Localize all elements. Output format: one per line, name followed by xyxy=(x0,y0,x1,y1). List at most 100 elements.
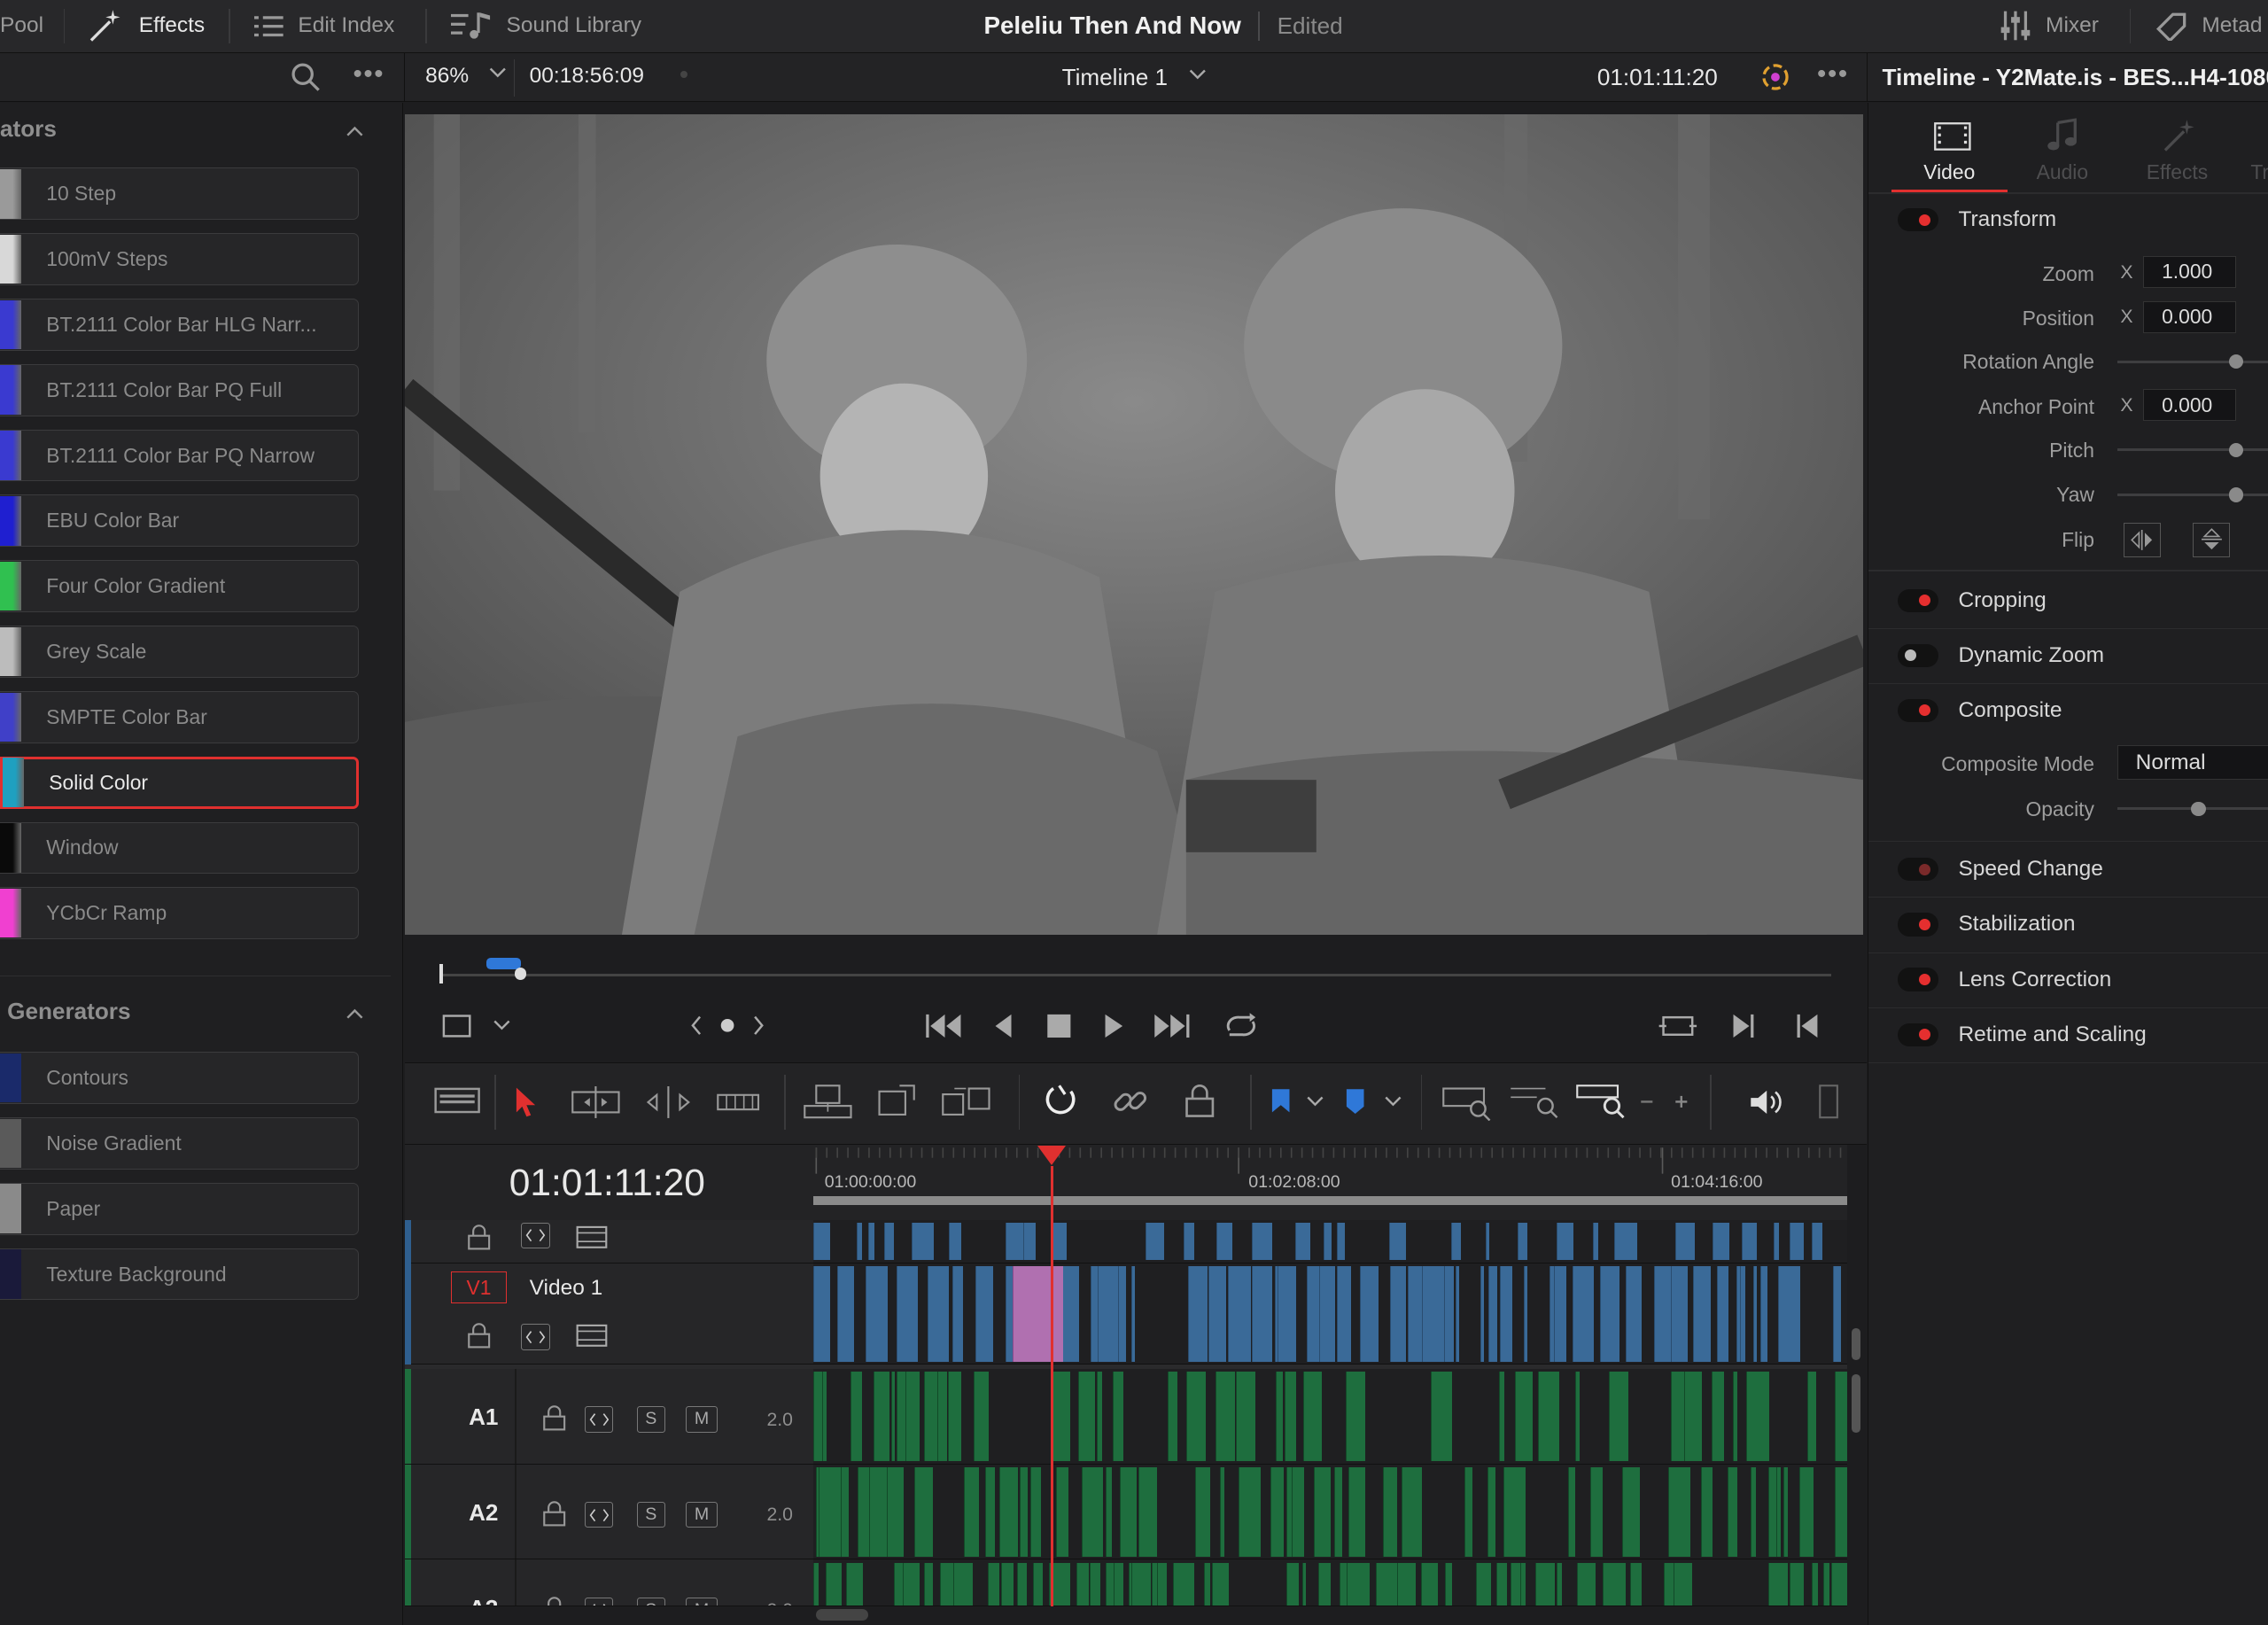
clip[interactable] xyxy=(1701,1466,1713,1558)
clip[interactable] xyxy=(1834,1372,1848,1462)
sound-library-tab[interactable]: Sound Library xyxy=(451,0,641,52)
clip[interactable] xyxy=(1082,1466,1104,1558)
clip[interactable] xyxy=(819,1466,842,1558)
clip[interactable] xyxy=(1626,1265,1642,1362)
track-name[interactable]: Video 1 xyxy=(530,1276,603,1301)
generator-item[interactable]: Grey Scale xyxy=(0,626,359,678)
chevron-down-icon[interactable] xyxy=(489,62,507,89)
horizontal-scrollbar[interactable] xyxy=(816,1608,868,1621)
clip[interactable] xyxy=(812,1222,830,1261)
go-to-start-icon[interactable] xyxy=(923,1010,964,1042)
jog-control-icon[interactable] xyxy=(688,1011,766,1040)
generator-item[interactable]: SMPTE Color Bar xyxy=(0,690,359,743)
effects-tab[interactable]: Effects xyxy=(87,0,205,52)
generator-item[interactable]: 10 Step xyxy=(0,167,359,221)
pitch-slider[interactable] xyxy=(2117,448,2268,452)
clip[interactable] xyxy=(1076,1562,1089,1606)
clip[interactable] xyxy=(1675,1222,1696,1261)
track-lane-a2[interactable] xyxy=(812,1464,1848,1560)
generators-section-header[interactable]: ators xyxy=(0,105,391,154)
clip[interactable] xyxy=(846,1562,864,1606)
clip[interactable] xyxy=(858,1466,869,1558)
pitch-slider-knob[interactable] xyxy=(2228,442,2244,458)
clip[interactable] xyxy=(1112,1372,1124,1462)
clip[interactable] xyxy=(1016,1562,1027,1606)
clip[interactable] xyxy=(1056,1466,1069,1558)
video-scrollbar[interactable] xyxy=(1852,1328,1861,1361)
viewer-frame-icon[interactable] xyxy=(439,1010,474,1042)
clip[interactable] xyxy=(949,1222,962,1261)
video-viewer[interactable] xyxy=(405,114,1864,935)
dynamic-zoom-section-header[interactable]: Dynamic Zoom xyxy=(1868,628,2268,684)
clip[interactable] xyxy=(812,1265,830,1362)
chevron-down-icon[interactable] xyxy=(1189,64,1207,91)
clip[interactable] xyxy=(1711,1372,1724,1462)
clip[interactable] xyxy=(1750,1466,1756,1558)
clip[interactable] xyxy=(1475,1562,1491,1606)
clip[interactable] xyxy=(1333,1466,1342,1558)
loop-icon[interactable] xyxy=(1221,1010,1262,1042)
clip[interactable] xyxy=(887,1466,904,1558)
clip[interactable] xyxy=(1537,1372,1559,1462)
clip[interactable] xyxy=(1173,1562,1195,1606)
zoom-full-extent-icon[interactable] xyxy=(1441,1083,1493,1121)
clip[interactable] xyxy=(1317,1562,1331,1606)
track-lane-a3[interactable] xyxy=(812,1559,1848,1606)
clip[interactable] xyxy=(1383,1466,1397,1558)
clip[interactable] xyxy=(1776,1466,1781,1558)
clip[interactable] xyxy=(1052,1372,1070,1462)
snapping-icon[interactable] xyxy=(1042,1083,1079,1120)
marker-cluster[interactable] xyxy=(485,958,521,970)
clip[interactable] xyxy=(1285,1562,1299,1606)
mute-button[interactable]: M xyxy=(686,1406,718,1433)
clip[interactable] xyxy=(812,1562,819,1606)
clip[interactable] xyxy=(1212,1562,1230,1606)
playhead-handle[interactable] xyxy=(1037,1146,1066,1167)
clip[interactable] xyxy=(1215,1372,1235,1462)
clip[interactable] xyxy=(1832,1265,1842,1362)
clip[interactable] xyxy=(1157,1562,1168,1606)
solo-button[interactable]: S xyxy=(636,1502,666,1528)
clip[interactable] xyxy=(1487,1466,1495,1558)
clip[interactable] xyxy=(1445,1562,1452,1606)
yaw-slider[interactable] xyxy=(2117,493,2268,497)
clip[interactable] xyxy=(1105,1562,1114,1606)
clip[interactable] xyxy=(1557,1222,1574,1261)
timeline-view-options-icon[interactable] xyxy=(434,1085,480,1116)
clip[interactable] xyxy=(1671,1372,1685,1462)
clip[interactable] xyxy=(1336,1222,1346,1261)
clip[interactable] xyxy=(1022,1222,1036,1261)
clip[interactable] xyxy=(927,1265,949,1362)
clip[interactable] xyxy=(1630,1562,1642,1606)
go-to-end-icon[interactable] xyxy=(1152,1010,1192,1042)
solo-button[interactable]: S xyxy=(636,1597,666,1606)
clip[interactable] xyxy=(1692,1265,1712,1362)
flag-icon[interactable] xyxy=(1268,1086,1293,1118)
timeline-selector[interactable]: Timeline 1 xyxy=(1062,64,1168,91)
clip[interactable] xyxy=(874,1372,889,1462)
clip[interactable] xyxy=(837,1265,855,1362)
clip[interactable] xyxy=(914,1466,933,1558)
stabilization-section-header[interactable]: Stabilization xyxy=(1868,897,2268,953)
auto-select-icon[interactable] xyxy=(584,1597,614,1606)
zoom-in-icon[interactable] xyxy=(1673,1092,1690,1112)
inspector-tab-effects[interactable]: Effects xyxy=(2129,114,2230,190)
clip[interactable] xyxy=(1324,1222,1332,1261)
overwrite-clip-icon[interactable] xyxy=(874,1083,920,1120)
position-x-field[interactable]: 0.000 xyxy=(2143,300,2236,333)
clip[interactable] xyxy=(1727,1466,1737,1558)
mute-button[interactable]: M xyxy=(686,1597,718,1606)
clip[interactable] xyxy=(1114,1562,1124,1606)
clip[interactable] xyxy=(1608,1372,1629,1462)
clip[interactable] xyxy=(1420,1562,1438,1606)
clip[interactable] xyxy=(1020,1466,1029,1558)
dynamic-zoom-toggle[interactable] xyxy=(1897,643,1938,667)
marker-icon[interactable] xyxy=(1342,1086,1368,1118)
clip[interactable] xyxy=(1402,1466,1422,1558)
stabilization-toggle[interactable] xyxy=(1897,913,1938,937)
fusion-generator-item[interactable]: Contours xyxy=(0,1052,359,1104)
clip[interactable] xyxy=(1753,1265,1758,1362)
auto-select-icon[interactable] xyxy=(584,1406,614,1433)
clip[interactable] xyxy=(826,1562,842,1606)
clip[interactable] xyxy=(1319,1265,1335,1362)
